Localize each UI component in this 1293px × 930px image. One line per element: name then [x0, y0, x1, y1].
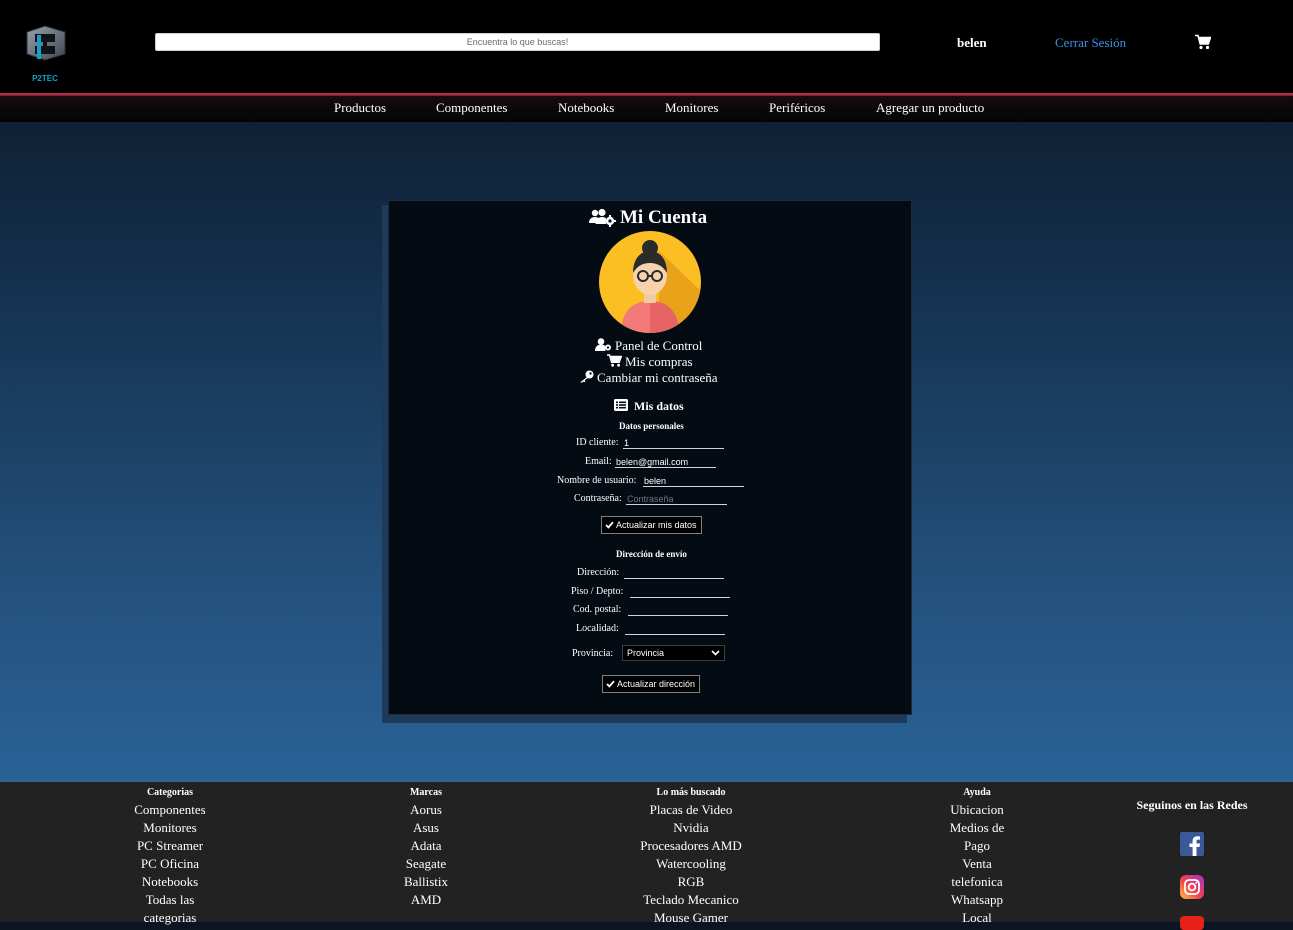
check-icon [605, 521, 614, 529]
user-gear-icon [595, 338, 611, 351]
postal-label: Cod. postal: [573, 604, 622, 615]
footer-link[interactable]: Nvidia [621, 819, 761, 837]
client-id-field[interactable]: 1 [623, 437, 724, 449]
update-address-label: Actualizar dirección [617, 679, 696, 689]
footer-link[interactable]: Componentes [110, 801, 230, 819]
floor-label: Piso / Depto: [571, 586, 624, 597]
footer-link[interactable]: Aorus [366, 801, 486, 819]
footer-link[interactable]: Adata [366, 837, 486, 855]
footer-heading: Marcas [409, 787, 443, 798]
footer-col-ayuda: Ayuda Ubicacion Medios de Pago Venta tel… [927, 783, 1027, 927]
list-icon [614, 399, 628, 411]
province-select-value: Provincia [627, 648, 665, 658]
footer-link[interactable]: Pago [927, 837, 1027, 855]
footer-link[interactable]: Teclado Mecanico [621, 891, 761, 909]
city-field[interactable] [625, 623, 725, 635]
direccion-envio-heading: Dirección de envío [616, 549, 687, 559]
update-data-button[interactable]: Actualizar mis datos [601, 516, 702, 534]
purchases-cart-icon [607, 354, 622, 367]
footer-link[interactable]: AMD [366, 891, 486, 909]
chevron-down-icon [711, 650, 720, 656]
youtube-icon[interactable] [1180, 916, 1204, 930]
p2tec-logo[interactable]: P2TEC [21, 24, 69, 84]
nav-agregar-producto[interactable]: Agregar un producto [876, 100, 984, 116]
users-gear-icon [589, 208, 616, 227]
footer-link[interactable]: PC Streamer [110, 837, 230, 855]
check-icon [606, 680, 615, 688]
main-nav: Productos Componentes Notebooks Monitore… [0, 96, 1293, 122]
header: P2TEC Encuentra lo que buscas! belen Cer… [0, 0, 1293, 93]
postal-field[interactable] [628, 604, 728, 616]
footer-link[interactable]: Watercooling [621, 855, 761, 873]
footer-link[interactable]: Asus [366, 819, 486, 837]
mis-datos-title: Mis datos [634, 399, 684, 413]
update-data-label: Actualizar mis datos [616, 520, 697, 530]
floor-field[interactable] [630, 586, 730, 598]
mis-compras-link[interactable]: Mis compras [625, 354, 693, 370]
page-title: Mi Cuenta [620, 207, 708, 228]
footer-link[interactable]: telefonica [927, 873, 1027, 891]
update-address-button[interactable]: Actualizar dirección [602, 675, 701, 693]
footer-link[interactable]: Venta [927, 855, 1027, 873]
key-icon [580, 370, 594, 383]
footer-link[interactable]: categorias [110, 909, 230, 927]
password-label: Contraseña: [574, 493, 622, 504]
footer-link[interactable]: PC Oficina [110, 855, 230, 873]
instagram-icon[interactable] [1180, 875, 1204, 899]
nav-productos[interactable]: Productos [334, 100, 386, 116]
footer-col-mas-buscado: Lo más buscado Placas de Video Nvidia Pr… [621, 783, 761, 927]
password-field[interactable]: Contraseña [626, 493, 727, 505]
nav-perifericos[interactable]: Periféricos [769, 100, 825, 116]
footer-link[interactable]: Seagate [366, 855, 486, 873]
logout-link[interactable]: Cerrar Sesión [1055, 35, 1126, 51]
avatar [599, 231, 701, 333]
footer-heading: Ayuda [963, 787, 991, 798]
nav-componentes[interactable]: Componentes [436, 100, 508, 116]
email-field[interactable]: belen@gmail.com [615, 456, 716, 468]
logo-text: P2TEC [32, 74, 58, 83]
footer-col-categorias: Categorias Componentes Monitores PC Stre… [110, 783, 230, 927]
footer-link[interactable]: Todas las [110, 891, 230, 909]
footer-link[interactable]: Monitores [110, 819, 230, 837]
footer-link[interactable]: Placas de Video [621, 801, 761, 819]
province-label: Provincia: [572, 648, 614, 659]
province-select[interactable]: Provincia [622, 645, 725, 661]
datos-personales-heading: Datos personales [619, 421, 684, 431]
footer-link[interactable]: Medios de [927, 819, 1027, 837]
footer-link[interactable]: Ubicacion [927, 801, 1027, 819]
footer-link[interactable]: Notebooks [110, 873, 230, 891]
footer-link[interactable]: Local [927, 909, 1027, 927]
facebook-icon[interactable] [1180, 832, 1204, 856]
footer-link[interactable]: Mouse Gamer [621, 909, 761, 927]
nav-notebooks[interactable]: Notebooks [558, 100, 614, 116]
footer-link[interactable]: Ballistix [366, 873, 486, 891]
user-name: belen [957, 35, 987, 50]
cart-icon[interactable] [1195, 34, 1211, 50]
footer-link[interactable]: Procesadores AMD [621, 837, 761, 855]
username-label: Nombre de usuario: [557, 475, 637, 486]
username-field[interactable]: belen [643, 475, 744, 487]
footer-link[interactable]: Whatsapp [927, 891, 1027, 909]
footer-heading: Categorias [146, 787, 194, 798]
client-id-label: ID cliente: [576, 437, 619, 448]
footer-link[interactable]: RGB [621, 873, 761, 891]
email-label: Email: [585, 456, 612, 467]
social-title: Seguinos en las Redes [1136, 798, 1248, 812]
address-field[interactable] [624, 567, 724, 579]
panel-control-link[interactable]: Panel de Control [615, 338, 702, 354]
city-label: Localidad: [576, 623, 619, 634]
nav-monitores[interactable]: Monitores [665, 100, 718, 116]
footer-col-marcas: Marcas Aorus Asus Adata Seagate Ballisti… [366, 783, 486, 909]
address-label: Dirección: [577, 567, 620, 578]
cambiar-contrasena-link[interactable]: Cambiar mi contraseña [597, 370, 718, 386]
search-input[interactable]: Encuentra lo que buscas! [155, 33, 880, 51]
footer-heading: Lo más buscado [656, 787, 726, 798]
